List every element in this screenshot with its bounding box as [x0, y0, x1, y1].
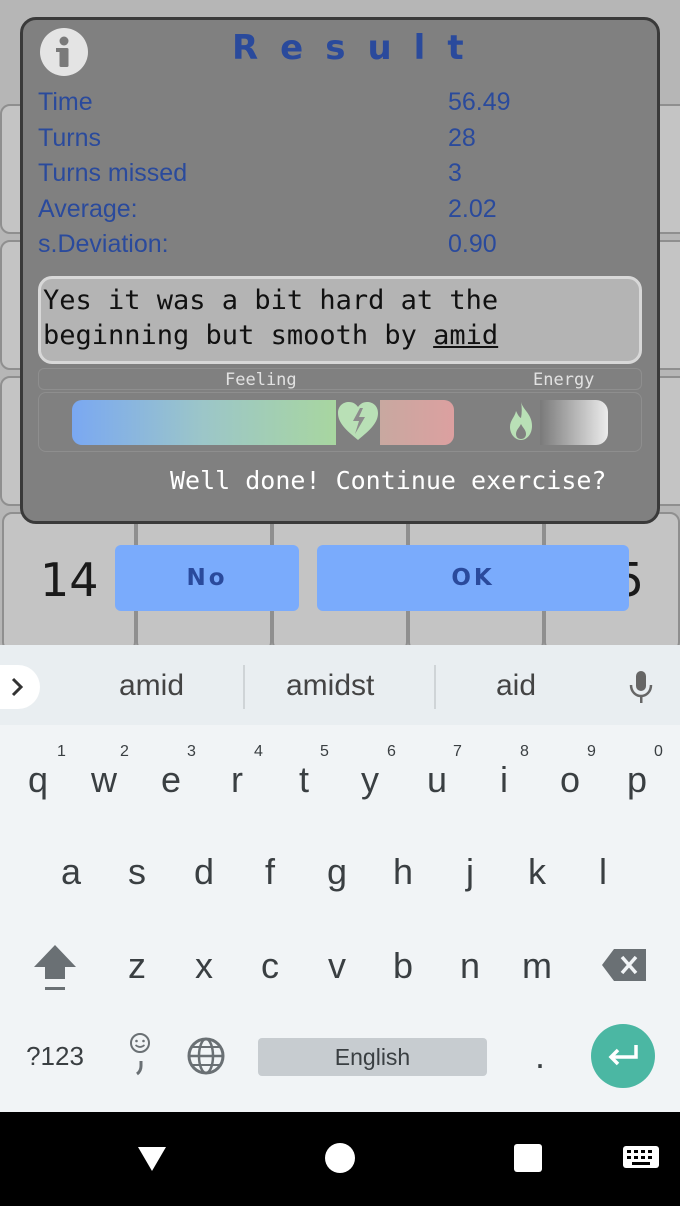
- stat-label-turns: Turns: [38, 124, 101, 152]
- energy-label: Energy: [533, 370, 595, 390]
- key-o[interactable]: o: [540, 759, 600, 801]
- key-k[interactable]: k: [507, 851, 567, 893]
- flame-icon: [504, 400, 538, 442]
- emoji-comma-icon[interactable]: [126, 1031, 154, 1081]
- energy-slider[interactable]: [540, 400, 608, 445]
- key-g[interactable]: g: [307, 851, 367, 893]
- shift-icon[interactable]: [32, 943, 78, 997]
- microphone-icon[interactable]: [628, 669, 654, 709]
- key-hint: 0: [654, 743, 663, 760]
- backspace-icon[interactable]: [600, 947, 648, 987]
- stat-label-average: Average:: [38, 195, 138, 223]
- stat-label-time: Time: [38, 88, 93, 116]
- key-n[interactable]: n: [440, 945, 500, 987]
- home-icon[interactable]: [325, 1143, 355, 1173]
- stat-value-average: 2.02: [448, 195, 497, 223]
- key-hint: 3: [187, 743, 196, 760]
- key-hint: 8: [520, 743, 529, 760]
- keyboard-switch-icon[interactable]: [622, 1145, 660, 1177]
- key-hint: 4: [254, 743, 263, 760]
- period-key[interactable]: .: [510, 1035, 570, 1077]
- feeling-label: Feeling: [225, 370, 297, 390]
- suggestion-2[interactable]: amidst: [286, 669, 374, 703]
- symbols-key[interactable]: ?123: [22, 1041, 88, 1072]
- key-s[interactable]: s: [107, 851, 167, 893]
- key-q[interactable]: q: [8, 759, 68, 801]
- space-bar[interactable]: English: [258, 1038, 487, 1076]
- key-y[interactable]: y: [340, 759, 400, 801]
- suggestion-3[interactable]: aid: [496, 669, 536, 703]
- broken-heart-icon[interactable]: [336, 400, 380, 445]
- key-a[interactable]: a: [41, 851, 101, 893]
- soft-keyboard: amid amidst aid q w e r t y u i o p 1 2 …: [0, 645, 680, 1112]
- stat-label-deviation: s.Deviation:: [38, 230, 169, 258]
- key-z[interactable]: z: [107, 945, 167, 987]
- key-hint: 6: [387, 743, 396, 760]
- key-hint: 9: [587, 743, 596, 760]
- comment-composing-word: amid: [433, 320, 499, 351]
- stat-label-turns-missed: Turns missed: [38, 159, 188, 187]
- key-m[interactable]: m: [507, 945, 567, 987]
- key-t[interactable]: t: [274, 759, 334, 801]
- key-d[interactable]: d: [174, 851, 234, 893]
- key-hint: 5: [320, 743, 329, 760]
- stat-value-time: 56.49: [448, 88, 511, 116]
- stat-value-deviation: 0.90: [448, 230, 497, 258]
- continue-prompt: Well done! Continue exercise?: [170, 466, 607, 495]
- key-c[interactable]: c: [240, 945, 300, 987]
- key-f[interactable]: f: [240, 851, 300, 893]
- key-v[interactable]: v: [307, 945, 367, 987]
- key-x[interactable]: x: [174, 945, 234, 987]
- key-hint: 1: [57, 743, 66, 760]
- key-hint: 7: [453, 743, 462, 760]
- keyboard-keys: q w e r t y u i o p 1 2 3 4 5 6 7 8 9 0 …: [0, 725, 680, 1112]
- key-r[interactable]: r: [207, 759, 267, 801]
- key-u[interactable]: u: [407, 759, 467, 801]
- comment-input[interactable]: Yes it was a bit hard at the beginning b…: [38, 276, 642, 364]
- suggestion-divider: [434, 665, 436, 709]
- stat-value-turns-missed: 3: [448, 159, 462, 187]
- ok-button[interactable]: OK: [317, 545, 629, 611]
- feeling-slider-right[interactable]: [380, 400, 454, 445]
- back-icon[interactable]: [136, 1145, 168, 1177]
- suggestion-divider: [243, 665, 245, 709]
- key-p[interactable]: p: [607, 759, 667, 801]
- info-icon[interactable]: [40, 28, 88, 76]
- recents-icon[interactable]: [514, 1144, 542, 1172]
- expand-chevron-icon[interactable]: [0, 665, 40, 709]
- enter-button[interactable]: [591, 1024, 655, 1088]
- comment-text: Yes it was a bit hard at the beginning b…: [43, 285, 499, 351]
- stat-value-turns: 28: [448, 124, 476, 152]
- key-h[interactable]: h: [373, 851, 433, 893]
- feeling-slider[interactable]: [72, 400, 336, 445]
- suggestion-1[interactable]: amid: [119, 669, 184, 703]
- no-button[interactable]: No: [115, 545, 299, 611]
- enter-icon: [608, 1045, 638, 1066]
- key-l[interactable]: l: [573, 851, 633, 893]
- key-e[interactable]: e: [141, 759, 201, 801]
- navigation-bar: [0, 1112, 680, 1206]
- key-j[interactable]: j: [440, 851, 500, 893]
- board-cell-number: 14: [40, 553, 99, 607]
- key-b[interactable]: b: [373, 945, 433, 987]
- globe-icon[interactable]: [186, 1036, 226, 1080]
- key-i[interactable]: i: [474, 759, 534, 801]
- key-hint: 2: [120, 743, 129, 760]
- suggestion-bar: amid amidst aid: [0, 645, 680, 725]
- key-w[interactable]: w: [74, 759, 134, 801]
- dialog-title: Result: [232, 28, 486, 68]
